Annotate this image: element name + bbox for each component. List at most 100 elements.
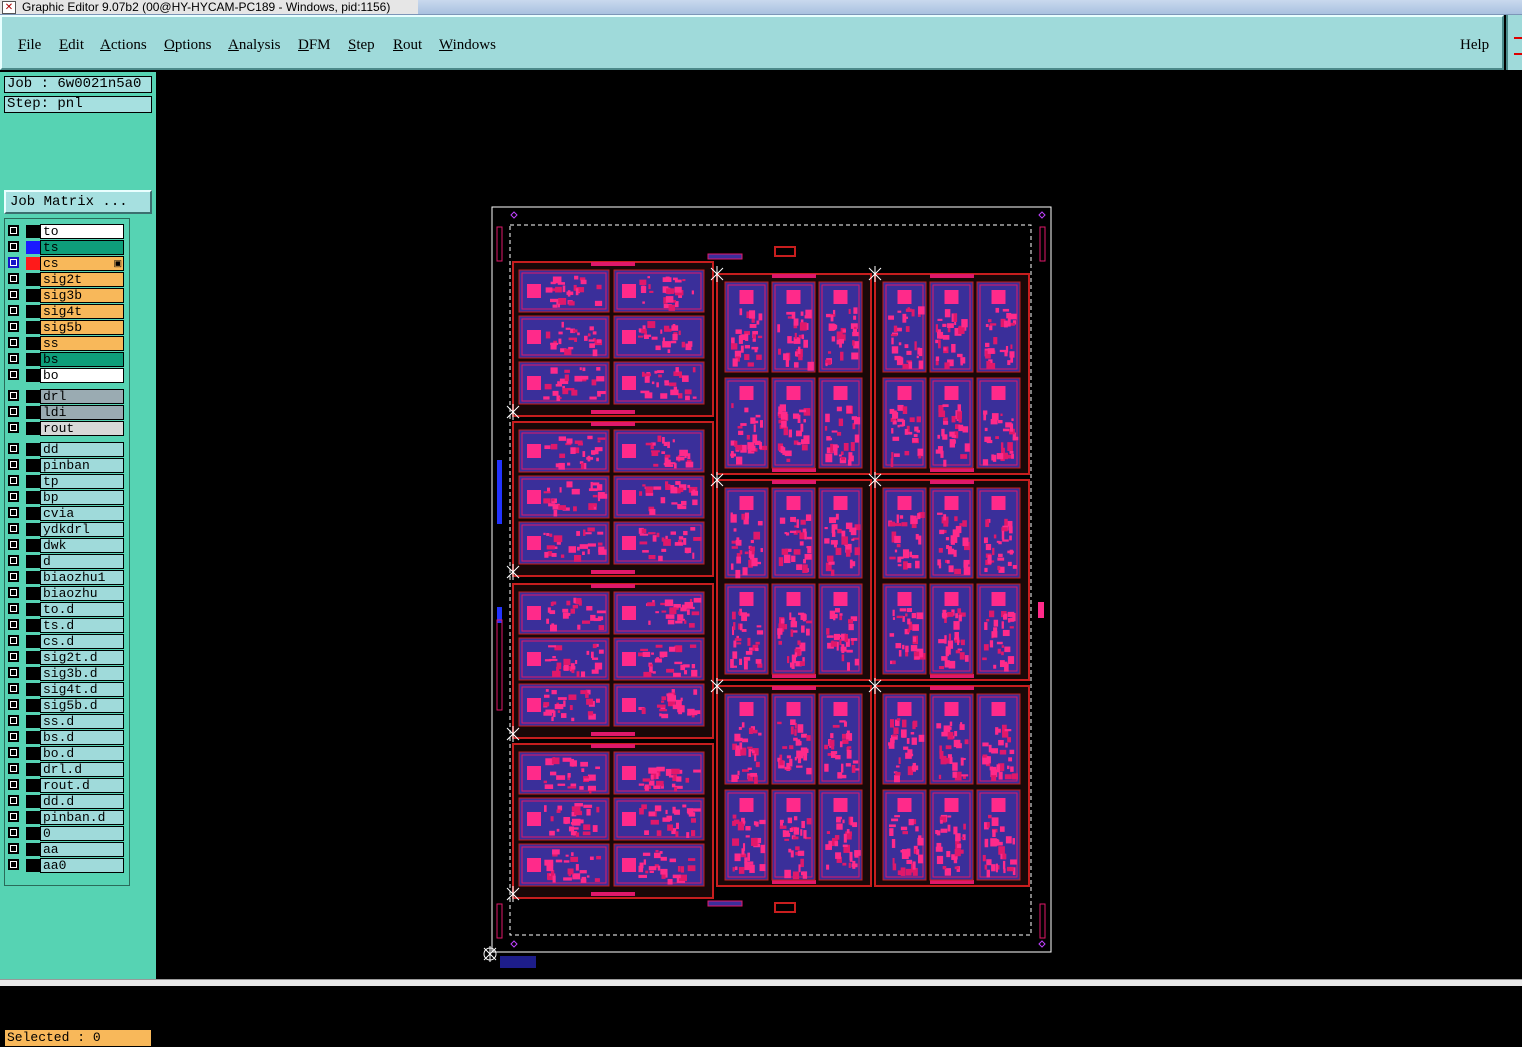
- layer-name[interactable]: aa0: [40, 858, 124, 873]
- layer-color-swatch[interactable]: [26, 390, 40, 403]
- layer-color-swatch[interactable]: [26, 475, 40, 488]
- layer-checkbox[interactable]: [8, 539, 19, 550]
- layer-color-swatch[interactable]: [26, 225, 40, 238]
- layer-color-swatch[interactable]: [26, 321, 40, 334]
- layer-checkbox[interactable]: [8, 779, 19, 790]
- layer-name[interactable]: rout.d: [40, 778, 124, 793]
- layer-row-bo[interactable]: bo: [6, 368, 124, 383]
- layer-color-swatch[interactable]: [26, 795, 40, 808]
- layer-color-swatch[interactable]: [26, 369, 40, 382]
- layer-name[interactable]: sig2t.d: [40, 650, 124, 665]
- layer-name[interactable]: drl.d: [40, 762, 124, 777]
- layer-checkbox[interactable]: [8, 731, 19, 742]
- layer-color-swatch[interactable]: [26, 443, 40, 456]
- layer-color-swatch[interactable]: [26, 811, 40, 824]
- menu-options[interactable]: Options: [164, 37, 212, 54]
- layer-color-swatch[interactable]: [26, 305, 40, 318]
- layer-color-swatch[interactable]: [26, 555, 40, 568]
- layer-row-ss.d[interactable]: ss.d: [6, 714, 124, 729]
- layer-row-cs[interactable]: cs ▣: [6, 256, 124, 271]
- layer-row-rout[interactable]: rout: [6, 421, 124, 436]
- layer-name[interactable]: dd.d: [40, 794, 124, 809]
- layer-checkbox[interactable]: [8, 507, 19, 518]
- layer-row-cs.d[interactable]: cs.d: [6, 634, 124, 649]
- layer-checkbox[interactable]: [8, 241, 19, 252]
- layer-color-swatch[interactable]: [26, 422, 40, 435]
- layer-color-swatch[interactable]: [26, 827, 40, 840]
- layer-color-swatch[interactable]: [26, 406, 40, 419]
- layer-row-sig2t.d[interactable]: sig2t.d: [6, 650, 124, 665]
- app-icon[interactable]: ✕: [2, 1, 16, 14]
- layer-color-swatch[interactable]: [26, 587, 40, 600]
- layer-color-swatch[interactable]: [26, 683, 40, 696]
- layer-name[interactable]: sig4t: [40, 304, 124, 319]
- layer-checkbox[interactable]: [8, 523, 19, 534]
- layer-checkbox[interactable]: [8, 475, 19, 486]
- layer-color-swatch[interactable]: [26, 289, 40, 302]
- menu-analysis[interactable]: Analysis: [228, 37, 281, 54]
- layer-row-drl.d[interactable]: drl.d: [6, 762, 124, 777]
- layer-checkbox[interactable]: [8, 225, 19, 236]
- layer-row-biaozhu[interactable]: biaozhu: [6, 586, 124, 601]
- layer-row-biaozhu1[interactable]: biaozhu1: [6, 570, 124, 585]
- menu-actions[interactable]: Actions: [100, 37, 147, 54]
- layer-name[interactable]: ts: [40, 240, 124, 255]
- layer-name[interactable]: to: [40, 224, 124, 239]
- layer-row-dwk[interactable]: dwk: [6, 538, 124, 553]
- layer-name[interactable]: ydkdrl: [40, 522, 124, 537]
- layer-name[interactable]: bo.d: [40, 746, 124, 761]
- layer-checkbox[interactable]: [8, 827, 19, 838]
- layer-row-aa[interactable]: aa: [6, 842, 124, 857]
- layer-color-swatch[interactable]: [26, 699, 40, 712]
- layer-row-bo.d[interactable]: bo.d: [6, 746, 124, 761]
- layer-checkbox[interactable]: [8, 353, 19, 364]
- layer-name[interactable]: sig5b: [40, 320, 124, 335]
- layer-checkbox[interactable]: [8, 422, 19, 433]
- layer-name[interactable]: ldi: [40, 405, 124, 420]
- layer-name[interactable]: tp: [40, 474, 124, 489]
- layer-row-0[interactable]: 0: [6, 826, 124, 841]
- layer-checkbox[interactable]: [8, 305, 19, 316]
- layer-name[interactable]: d: [40, 554, 124, 569]
- layer-name[interactable]: biaozhu1: [40, 570, 124, 585]
- layer-name[interactable]: bs: [40, 352, 124, 367]
- layer-row-rout.d[interactable]: rout.d: [6, 778, 124, 793]
- layer-row-bs[interactable]: bs: [6, 352, 124, 367]
- layer-name[interactable]: ss: [40, 336, 124, 351]
- layer-row-ts[interactable]: ts: [6, 240, 124, 255]
- layer-row-d[interactable]: d: [6, 554, 124, 569]
- layer-color-swatch[interactable]: [26, 241, 40, 254]
- layer-checkbox[interactable]: [8, 369, 19, 380]
- layer-color-swatch[interactable]: [26, 353, 40, 366]
- layer-color-swatch[interactable]: [26, 491, 40, 504]
- layer-color-swatch[interactable]: [26, 337, 40, 350]
- layer-color-swatch[interactable]: [26, 257, 40, 270]
- layer-row-tp[interactable]: tp: [6, 474, 124, 489]
- layer-row-ydkdrl[interactable]: ydkdrl: [6, 522, 124, 537]
- layer-checkbox[interactable]: [8, 683, 19, 694]
- menu-step[interactable]: Step: [348, 37, 375, 54]
- layer-name[interactable]: rout: [40, 421, 124, 436]
- layer-name[interactable]: sig4t.d: [40, 682, 124, 697]
- layer-name[interactable]: to.d: [40, 602, 124, 617]
- menu-help[interactable]: Help: [1460, 37, 1489, 54]
- layer-name[interactable]: dwk: [40, 538, 124, 553]
- layer-checkbox[interactable]: [8, 651, 19, 662]
- layer-name[interactable]: cvia: [40, 506, 124, 521]
- layer-color-swatch[interactable]: [26, 667, 40, 680]
- layer-color-swatch[interactable]: [26, 779, 40, 792]
- layer-row-bs.d[interactable]: bs.d: [6, 730, 124, 745]
- layer-name[interactable]: pinban: [40, 458, 124, 473]
- layer-color-swatch[interactable]: [26, 843, 40, 856]
- menu-rout[interactable]: Rout: [393, 37, 422, 54]
- layer-checkbox[interactable]: [8, 747, 19, 758]
- layer-color-swatch[interactable]: [26, 715, 40, 728]
- menu-windows[interactable]: Windows: [439, 37, 496, 54]
- layer-row-ss[interactable]: ss: [6, 336, 124, 351]
- layer-row-cvia[interactable]: cvia: [6, 506, 124, 521]
- job-matrix-button[interactable]: Job Matrix ...: [4, 190, 152, 214]
- layer-row-to.d[interactable]: to.d: [6, 602, 124, 617]
- layer-checkbox[interactable]: [8, 859, 19, 870]
- menu-edit[interactable]: Edit: [59, 37, 84, 54]
- layer-color-swatch[interactable]: [26, 731, 40, 744]
